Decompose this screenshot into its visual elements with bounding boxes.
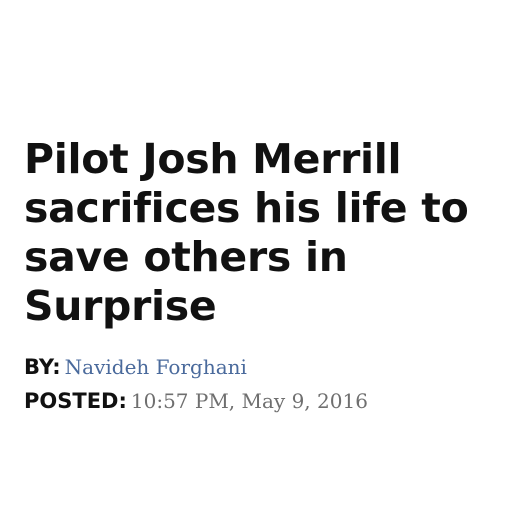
byline-label: BY: [24,355,61,379]
article-header: Pilot Josh Merrill sacrifices his life t… [24,135,514,418]
article-headline: Pilot Josh Merrill sacrifices his life t… [24,135,469,330]
posted-label: POSTED: [24,389,127,413]
author-link[interactable]: Navideh Forghani [65,355,247,379]
article-meta: BY: Navideh Forghani POSTED: 10:57 PM, M… [24,350,514,418]
byline: BY: Navideh Forghani [24,350,514,384]
posted-datetime: 10:57 PM, May 9, 2016 [130,389,368,413]
posted-line: POSTED: 10:57 PM, May 9, 2016 [24,384,514,418]
